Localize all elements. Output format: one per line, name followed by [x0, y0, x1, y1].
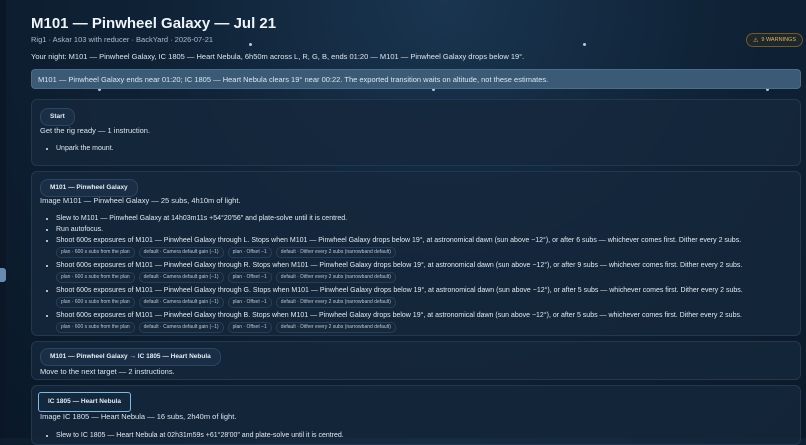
- setting-chip: plan · 600 s subs from the plan: [56, 272, 135, 283]
- section-description: Move to the next target — 2 instructions…: [40, 367, 175, 376]
- warnings-count: 9 WARNINGS: [761, 37, 796, 43]
- setting-chip: default · Camera default gain (−1): [138, 297, 224, 308]
- page-title: M101 — Pinwheel Galaxy — Jul 21: [31, 15, 277, 32]
- instruction-item: Slew to IC 1805 — Heart Nebula at 02h31m…: [56, 430, 344, 441]
- section-description: Image IC 1805 — Heart Nebula — 16 subs, …: [40, 412, 237, 421]
- setting-chip: plan · 600 s subs from the plan: [56, 247, 135, 258]
- star: [583, 43, 586, 46]
- warning-triangle-icon: ⚠: [752, 37, 759, 44]
- setting-chips: plan · 600 s subs from the plan default …: [56, 247, 743, 258]
- setting-chip: plan · Offset −1: [227, 272, 272, 283]
- instruction-item: Unpark the mount.: [56, 143, 114, 154]
- setting-chip: plan · Offset −1: [227, 322, 272, 333]
- sidebar-toggle[interactable]: [0, 268, 6, 282]
- setting-chip: plan · 600 s subs from the plan: [56, 297, 135, 308]
- instruction-text: Shoot 600s exposures of M101 — Pinwheel …: [56, 262, 743, 269]
- setting-chip: default · Camera default gain (−1): [138, 247, 224, 258]
- setting-chips: plan · 600 s subs from the plan default …: [56, 297, 743, 308]
- section-description: Image M101 — Pinwheel Galaxy — 25 subs, …: [40, 196, 241, 205]
- setting-chips: plan · 600 s subs from the plan default …: [56, 322, 743, 333]
- warnings-badge[interactable]: ⚠ 9 WARNINGS: [745, 33, 803, 47]
- night-summary: Your night: M101 — Pinwheel Galaxy, IC 1…: [31, 52, 525, 61]
- section-label[interactable]: M101 — Pinwheel Galaxy: [40, 179, 138, 197]
- instruction-item: Run autofocus.: [56, 224, 743, 235]
- setting-chip: default · Dither every 2 subs (narrowban…: [275, 322, 396, 333]
- section-label[interactable]: Start: [40, 108, 75, 126]
- instruction-item: Shoot 600s exposures of M101 — Pinwheel …: [56, 310, 743, 333]
- section-description: Get the rig ready — 1 instruction.: [40, 126, 151, 135]
- section-label-selected[interactable]: IC 1805 — Heart Nebula: [38, 392, 131, 412]
- instruction-text: Shoot 600s exposures of M101 — Pinwheel …: [56, 287, 743, 294]
- setting-chip: default · Dither every 2 subs (narrowban…: [275, 297, 396, 308]
- instruction-item: Shoot 600s exposures of M101 — Pinwheel …: [56, 260, 743, 283]
- setting-chip: plan · Offset −1: [227, 297, 272, 308]
- instruction-text: Shoot 600s exposures of M101 — Pinwheel …: [56, 237, 742, 244]
- rig-subtitle: Rig1 · Askar 103 with reducer · BackYard…: [31, 35, 214, 44]
- setting-chips: plan · 600 s subs from the plan default …: [56, 272, 743, 283]
- setting-chip: default · Dither every 2 subs (narrowban…: [275, 247, 396, 258]
- setting-chip: plan · 600 s subs from the plan: [56, 322, 135, 333]
- instruction-item: Shoot 600s exposures of M101 — Pinwheel …: [56, 285, 743, 308]
- star: [249, 43, 252, 46]
- section-card-start: Start Get the rig ready — 1 instruction.…: [31, 99, 801, 166]
- instruction-list: Unpark the mount.: [40, 143, 114, 154]
- setting-chip: plan · Offset −1: [227, 247, 272, 258]
- transition-banner: M101 — Pinwheel Galaxy ends near 01:20; …: [31, 69, 801, 89]
- section-card-m101: M101 — Pinwheel Galaxy Image M101 — Pinw…: [31, 171, 801, 336]
- section-card-transition: M101 — Pinwheel Galaxy → IC 1805 — Heart…: [31, 341, 801, 380]
- instruction-item: Shoot 600s exposures of M101 — Pinwheel …: [56, 235, 743, 258]
- setting-chip: default · Camera default gain (−1): [138, 322, 224, 333]
- setting-chip: default · Dither every 2 subs (narrowban…: [275, 272, 396, 283]
- section-label[interactable]: M101 — Pinwheel Galaxy → IC 1805 — Heart…: [40, 348, 221, 366]
- section-card-ic1805: IC 1805 — Heart Nebula Image IC 1805 — H…: [31, 385, 801, 445]
- instruction-list: Slew to M101 — Pinwheel Galaxy at 14h03m…: [40, 213, 743, 335]
- instruction-item: Slew to M101 — Pinwheel Galaxy at 14h03m…: [56, 213, 743, 224]
- instruction-text: Shoot 600s exposures of M101 — Pinwheel …: [56, 312, 742, 319]
- sidebar-edge: [0, 0, 6, 438]
- setting-chip: default · Camera default gain (−1): [138, 272, 224, 283]
- instruction-list: Slew to IC 1805 — Heart Nebula at 02h31m…: [40, 430, 344, 441]
